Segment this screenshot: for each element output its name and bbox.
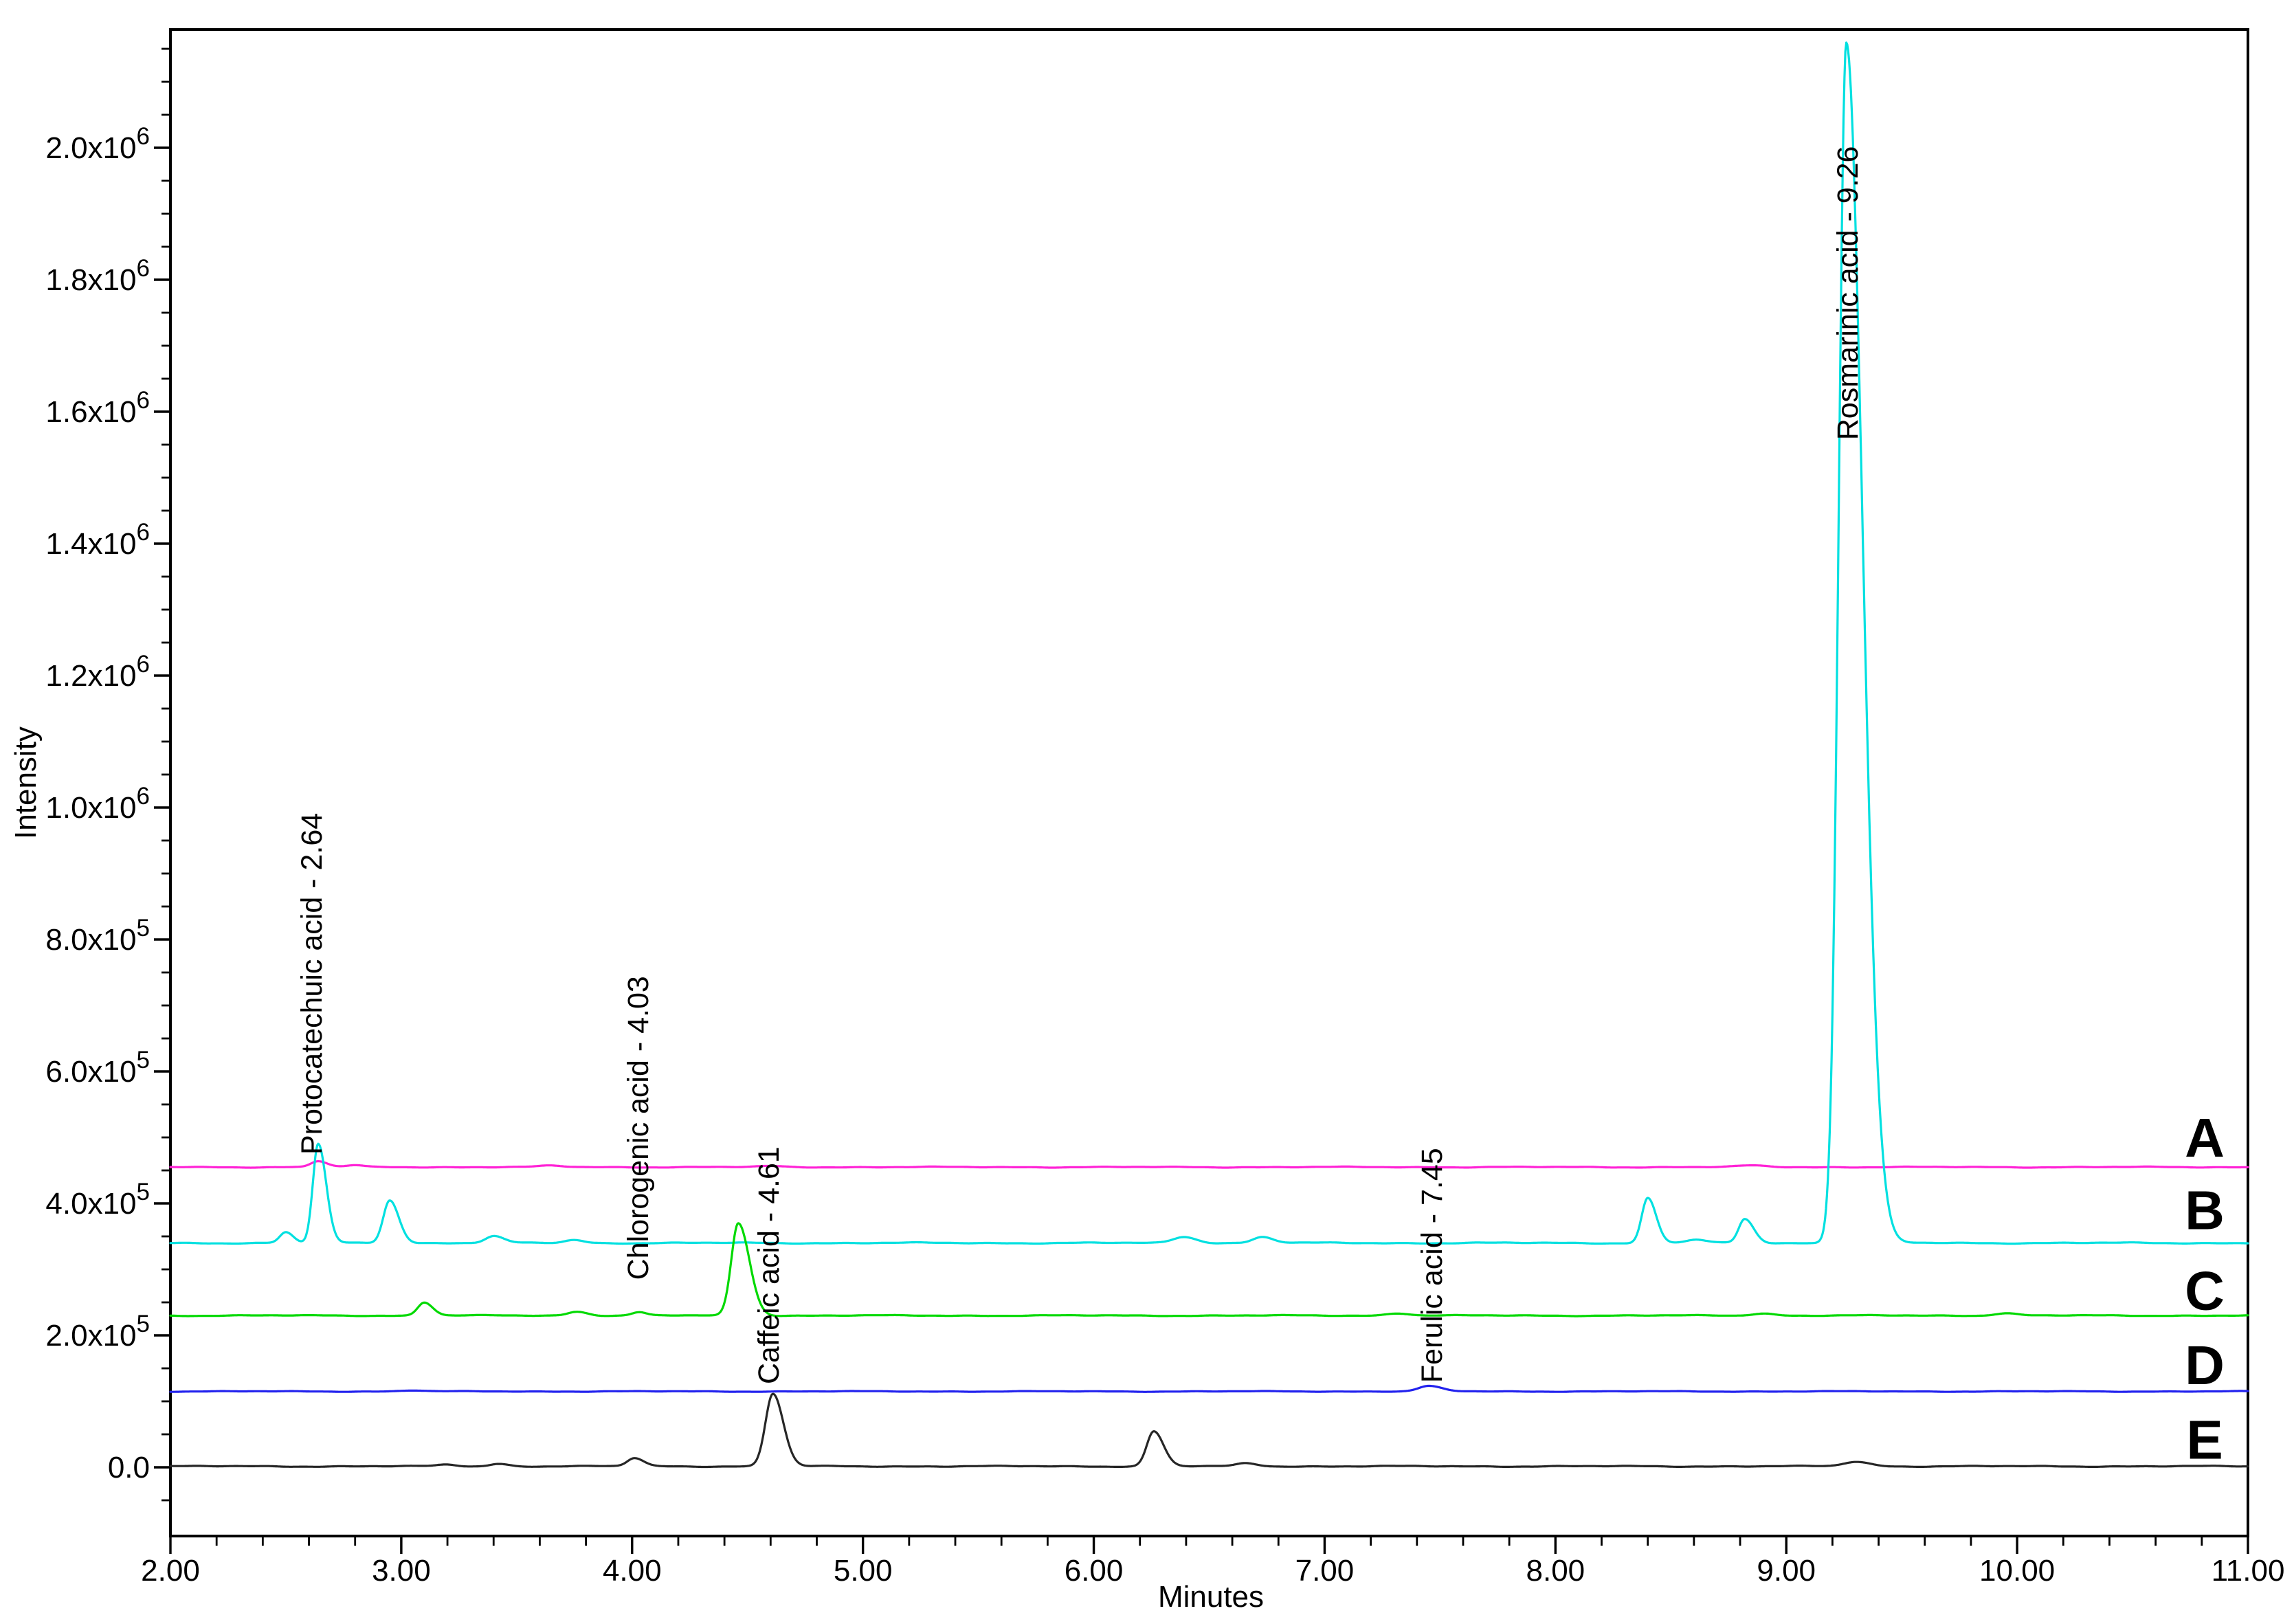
trace-letter-D: D	[2185, 1335, 2225, 1396]
y-tick-label: 1.6x106	[45, 387, 150, 429]
x-tick-label: 11.00	[2212, 1554, 2285, 1588]
y-tick-label: 8.0x105	[45, 915, 150, 957]
y-tick-label: 6.0x105	[45, 1047, 150, 1089]
trace-A	[169, 1160, 2249, 1169]
plot-frame	[169, 28, 2249, 1537]
trace-letter-C: C	[2185, 1260, 2225, 1322]
trace-B	[169, 41, 2249, 1245]
trace-E	[169, 1392, 2249, 1469]
y-tick-label: 1.0x106	[45, 783, 150, 825]
y-tick-label: 0.0	[108, 1451, 150, 1484]
x-tick-label: 4.00	[603, 1554, 662, 1588]
y-tick-label: 2.0x106	[45, 123, 150, 165]
peak-annotation: Rosmarinic acid - 9.26	[1831, 146, 1864, 441]
y-axis-title: Intensity	[9, 726, 43, 839]
trace-D	[169, 1384, 2249, 1393]
y-tick-label: 1.8x106	[45, 255, 150, 297]
x-tick-label: 5.00	[834, 1554, 893, 1588]
x-axis-title: Minutes	[1158, 1580, 1264, 1614]
axis-ticks: 0.0 2.0x105 4.0x105 6.0x105 8.0x105 1.0x106 1.…	[45, 47, 2285, 1588]
trace-letters: ABCDE	[2185, 1107, 2225, 1471]
y-tick-label: 4.0x105	[45, 1179, 150, 1221]
y-tick-label: 1.4x106	[45, 519, 150, 561]
x-tick-label: 7.00	[1295, 1554, 1355, 1588]
x-tick-label: 3.00	[372, 1554, 431, 1588]
y-tick-label: 1.2x106	[45, 651, 150, 693]
peak-annotation: Ferulic acid - 7.45	[1416, 1148, 1449, 1383]
trace-letter-E: E	[2186, 1410, 2223, 1471]
y-tick-label: 2.0x105	[45, 1311, 150, 1353]
chromatogram-figure: 0.0 2.0x105 4.0x105 6.0x105 8.0x105 1.0x106 1.…	[0, 0, 2294, 1624]
peak-annotation: Caffeic acid - 4.61	[753, 1146, 786, 1384]
x-tick-label: 2.00	[141, 1554, 200, 1588]
x-tick-label: 10.00	[1979, 1554, 2055, 1588]
peak-annotations: Protocatechuic acid - 2.64 Chlorogenic ac…	[296, 146, 1864, 1384]
trace-letter-A: A	[2185, 1107, 2225, 1168]
trace-C	[169, 1222, 2249, 1317]
x-tick-label: 9.00	[1757, 1554, 1816, 1588]
x-tick-label: 8.00	[1526, 1554, 1585, 1588]
trace-letter-B: B	[2185, 1180, 2225, 1241]
chromatogram-svg: 0.0 2.0x105 4.0x105 6.0x105 8.0x105 1.0x106 1.…	[0, 0, 2294, 1624]
x-tick-label: 6.00	[1065, 1554, 1124, 1588]
peak-annotation: Protocatechuic acid - 2.64	[296, 813, 328, 1155]
traces	[169, 41, 2249, 1469]
peak-annotation: Chlorogenic acid - 4.03	[622, 976, 655, 1280]
